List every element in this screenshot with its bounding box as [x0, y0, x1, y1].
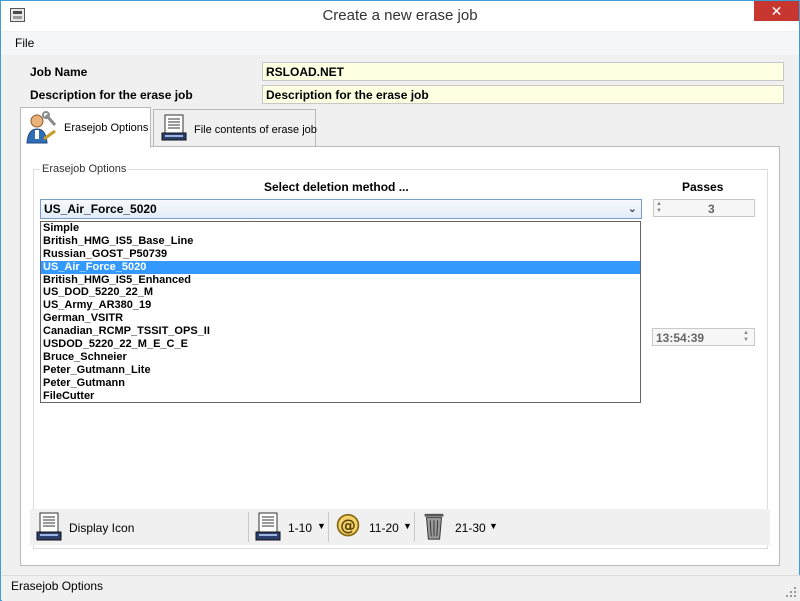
method-option[interactable]: Bruce_Schneier: [41, 351, 640, 364]
document-stack-icon[interactable]: [255, 512, 281, 542]
menu-file[interactable]: File: [15, 36, 34, 50]
close-button[interactable]: ✕: [754, 1, 799, 21]
range-11-20-button[interactable]: 11-20: [369, 521, 399, 535]
description-field[interactable]: Description for the erase job: [262, 85, 784, 104]
time-value: 13:54:39: [656, 331, 705, 345]
trash-bin-icon[interactable]: [421, 511, 447, 541]
chevron-down-icon[interactable]: ⌄: [628, 202, 637, 215]
toolbar-separator: [414, 512, 415, 542]
method-option[interactable]: German_VSITR: [41, 312, 640, 325]
status-bar: Erasejob Options: [2, 575, 800, 601]
user-tools-icon: [26, 111, 57, 144]
method-option[interactable]: British_HMG_IS5_Enhanced: [41, 274, 640, 287]
tab-file-contents-label: File contents of erase job: [194, 124, 317, 136]
menu-bar: File: [1, 32, 799, 55]
title-bar: Create a new erase job ✕: [1, 1, 799, 31]
options-groupbox-title: Erasejob Options: [40, 163, 129, 175]
deletion-method-combo[interactable]: US_Air_Force_5020 ⌄: [40, 199, 642, 219]
method-option[interactable]: Peter_Gutmann: [41, 377, 640, 390]
at-sign-icon[interactable]: @: [335, 511, 361, 541]
job-name-field[interactable]: RSLOAD.NET: [262, 62, 784, 81]
chevron-down-icon[interactable]: ▼: [489, 521, 498, 531]
range-21-30-button[interactable]: 21-30: [455, 521, 486, 535]
method-option[interactable]: British_HMG_IS5_Base_Line: [41, 235, 640, 248]
resize-grip-icon[interactable]: [786, 587, 796, 597]
select-method-heading: Select deletion method ...: [264, 180, 409, 194]
passes-heading: Passes: [682, 180, 724, 194]
passes-spinner[interactable]: ▲ ▼ 3: [653, 199, 755, 217]
method-option[interactable]: Peter_Gutmann_Lite: [41, 364, 640, 377]
method-option[interactable]: FileCutter: [41, 390, 640, 403]
method-option[interactable]: US_Army_AR380_19: [41, 299, 640, 312]
icon-toolbar: Display Icon 1-10 ▼ @ 11-20 ▼ 21-30 ▼: [30, 509, 770, 545]
spin-arrows-icon[interactable]: ▲ ▼: [743, 330, 752, 344]
deletion-method-list[interactable]: Simple British_HMG_IS5_Base_Line Russian_G…: [40, 221, 641, 403]
method-option[interactable]: Canadian_RCMP_TSSIT_OPS_II: [41, 325, 640, 338]
toolbar-separator: [328, 512, 329, 542]
document-stack-icon: [36, 512, 62, 541]
passes-value: 3: [708, 202, 715, 216]
job-name-label: Job Name: [30, 65, 88, 79]
erasejob-options-panel: Erasejob Options Select deletion method …: [20, 146, 780, 566]
range-1-10-button[interactable]: 1-10: [288, 521, 312, 535]
toolbar-separator: [248, 512, 249, 542]
tab-erasejob-options[interactable]: Erasejob Options: [20, 107, 151, 148]
method-option[interactable]: Russian_GOST_P50739: [41, 248, 640, 261]
description-label: Description for the erase job: [30, 88, 193, 102]
chevron-down-icon[interactable]: ▼: [403, 521, 412, 531]
spin-arrows-icon[interactable]: ▲ ▼: [656, 201, 665, 215]
method-option[interactable]: USDOD_5220_22_M_E_C_E: [41, 338, 640, 351]
deletion-method-selected: US_Air_Force_5020: [44, 202, 157, 216]
erase-job-window: Create a new erase job ✕ File Job Name R…: [0, 0, 800, 601]
tab-file-contents[interactable]: File contents of erase job: [153, 109, 317, 147]
status-text: Erasejob Options: [11, 579, 104, 593]
chevron-down-icon[interactable]: ▼: [317, 521, 326, 531]
display-icon-label[interactable]: Display Icon: [69, 521, 134, 535]
method-option[interactable]: US_Air_Force_5020: [41, 260, 640, 274]
window-title: Create a new erase job: [322, 7, 478, 24]
svg-text:@: @: [340, 516, 356, 534]
time-picker[interactable]: 13:54:39 ▲ ▼: [652, 328, 755, 346]
document-stack-icon: [161, 114, 187, 141]
method-option[interactable]: US_DOD_5220_22_M: [41, 286, 640, 299]
tab-erasejob-options-label: Erasejob Options: [64, 122, 149, 134]
method-option[interactable]: Simple: [41, 222, 640, 235]
